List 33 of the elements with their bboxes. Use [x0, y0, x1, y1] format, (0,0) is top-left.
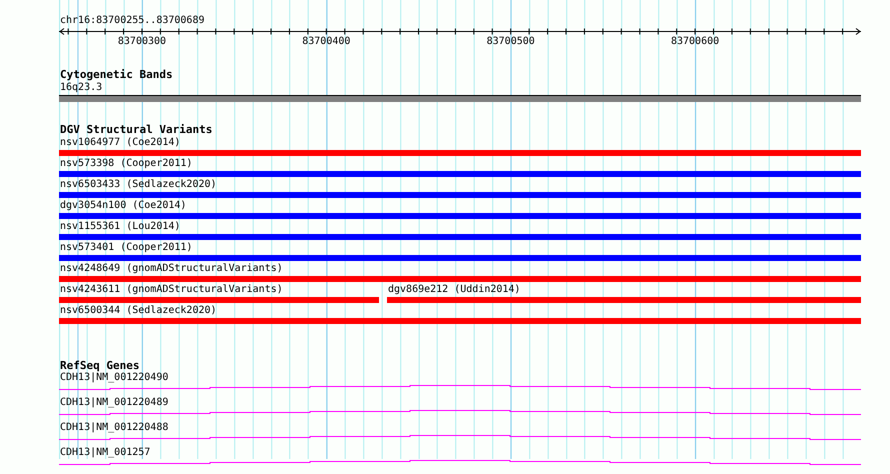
gene-label: CDH13|NM_001220489 [59, 397, 168, 409]
gene-label: CDH13|NM_001257 [59, 447, 150, 459]
variant-label: dgv3054n100 (Coe2014) [59, 199, 186, 212]
gene-label: CDH13|NM_001220488 [59, 422, 168, 434]
variant-label: nsv1064977 (Coe2014) [59, 136, 180, 149]
ruler-tick-label: 83700300 [116, 36, 168, 47]
variant-label: nsv573398 (Cooper2011) [59, 157, 192, 170]
variant-bar[interactable] [59, 213, 861, 219]
variant-label: dgv869e212 (Uddin2014) [387, 283, 520, 296]
variant-label: nsv4243611 (gnomADStructuralVariants) [59, 283, 283, 296]
variant-bar[interactable] [59, 255, 861, 261]
variant-bar[interactable] [59, 150, 861, 156]
track-title: RefSeq Genes [59, 360, 140, 372]
variant-bar[interactable] [59, 318, 861, 324]
variant-label: nsv573401 (Cooper2011) [59, 241, 192, 254]
band-label: 16q23.3 [59, 81, 102, 94]
variant-label: nsv1155361 (Lou2014) [59, 220, 180, 233]
variant-bar[interactable] [59, 297, 379, 303]
variant-label: nsv6503433 (Sedlazeck2020) [59, 178, 217, 191]
variant-bar[interactable] [59, 192, 861, 198]
gene-label: CDH13|NM_001220490 [59, 372, 168, 384]
location-text: chr16:83700255..83700689 [59, 15, 204, 27]
ruler-tick-label: 83700600 [670, 36, 720, 47]
ruler-tick-label: 83700500 [486, 36, 536, 47]
variant-label: nsv6500344 (Sedlazeck2020) [59, 304, 217, 317]
ruler-tick-label: 83700400 [301, 36, 352, 47]
variant-bar[interactable] [387, 297, 861, 303]
track-title: DGV Structural Variants [59, 124, 212, 136]
track-title: Cytogenetic Bands [59, 69, 173, 81]
variant-bar[interactable] [59, 234, 861, 240]
variant-label: nsv4248649 (gnomADStructuralVariants) [59, 262, 283, 275]
variant-bar[interactable] [59, 276, 861, 282]
variant-bar[interactable] [59, 171, 861, 177]
